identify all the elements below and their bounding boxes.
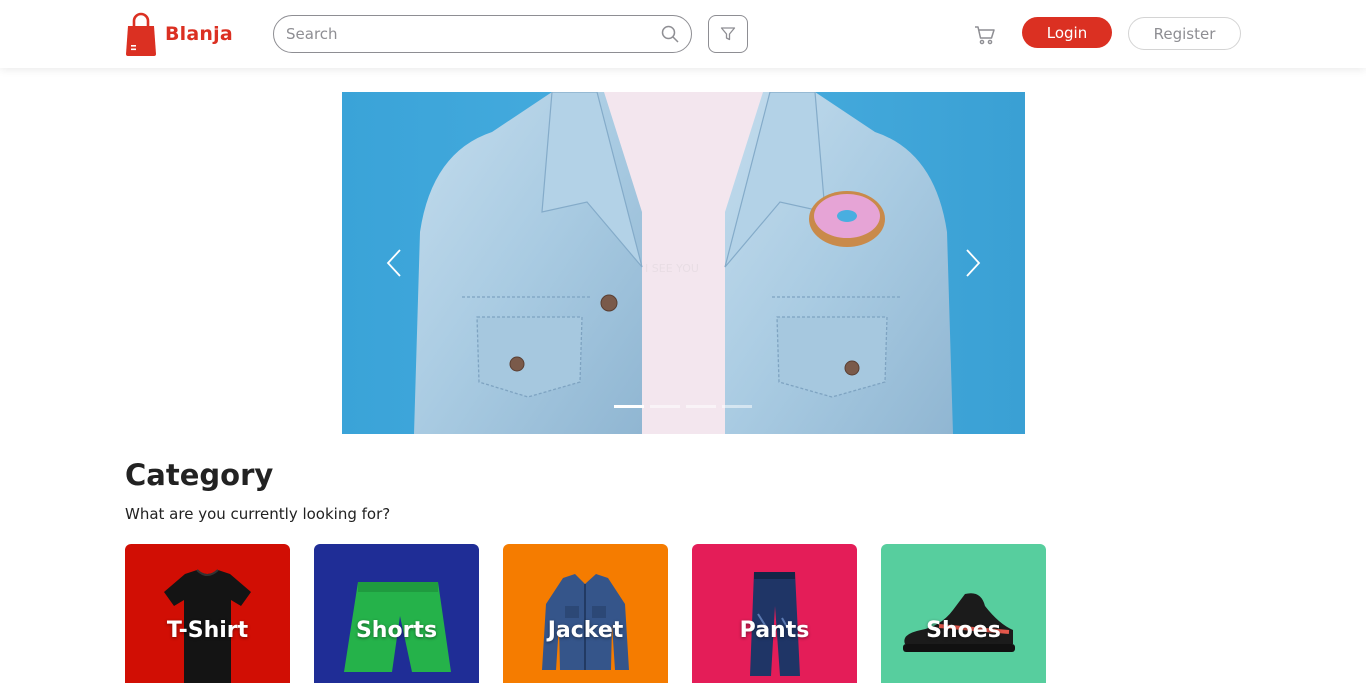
carousel-indicator[interactable] bbox=[686, 405, 716, 408]
shirt-print-text: I SEE YOU bbox=[645, 262, 699, 275]
register-button[interactable]: Register bbox=[1128, 17, 1241, 50]
category-card-shoes[interactable]: Shoes bbox=[881, 544, 1046, 683]
carousel-indicator[interactable] bbox=[722, 405, 752, 408]
search-input[interactable] bbox=[286, 16, 646, 52]
category-card-shorts[interactable]: Shorts bbox=[314, 544, 479, 683]
navbar: Blanja Login Register bbox=[0, 0, 1366, 68]
login-button[interactable]: Login bbox=[1022, 17, 1112, 48]
jacket-icon bbox=[542, 574, 629, 670]
carousel-indicators bbox=[614, 405, 752, 408]
filter-button[interactable] bbox=[708, 15, 748, 53]
category-subtitle: What are you currently looking for? bbox=[125, 505, 391, 523]
chevron-right-icon[interactable] bbox=[963, 248, 983, 278]
pants-icon bbox=[750, 572, 800, 676]
hero-carousel: I SEE YOU bbox=[342, 92, 1025, 434]
category-label: Jacket bbox=[547, 618, 624, 643]
category-label: Shorts bbox=[355, 618, 438, 643]
category-label: Shoes bbox=[926, 618, 1001, 643]
filter-icon bbox=[720, 27, 736, 41]
category-label: T-Shirt bbox=[166, 618, 249, 643]
category-title: Category bbox=[125, 458, 274, 492]
tshirt-icon bbox=[164, 569, 251, 683]
category-list: T-Shirt Shorts Jacket Pants Shoes bbox=[125, 544, 1046, 683]
shorts-icon bbox=[344, 582, 451, 672]
carousel-indicator[interactable] bbox=[650, 405, 680, 408]
shopping-bag-icon bbox=[126, 12, 156, 56]
category-card-pants[interactable]: Pants bbox=[692, 544, 857, 683]
category-card-tshirt[interactable]: T-Shirt bbox=[125, 544, 290, 683]
search-box bbox=[273, 15, 692, 53]
shoe-icon bbox=[903, 593, 1015, 652]
category-card-jacket[interactable]: Jacket bbox=[503, 544, 668, 683]
cart-icon[interactable] bbox=[974, 24, 996, 46]
category-label: Pants bbox=[739, 618, 810, 643]
chevron-left-icon[interactable] bbox=[384, 248, 404, 278]
carousel-slide-image: I SEE YOU bbox=[342, 92, 1025, 434]
brand-logo[interactable]: Blanja bbox=[125, 12, 233, 56]
search-icon[interactable] bbox=[661, 25, 679, 43]
carousel-indicator[interactable] bbox=[614, 405, 644, 408]
brand-name: Blanja bbox=[165, 23, 233, 45]
